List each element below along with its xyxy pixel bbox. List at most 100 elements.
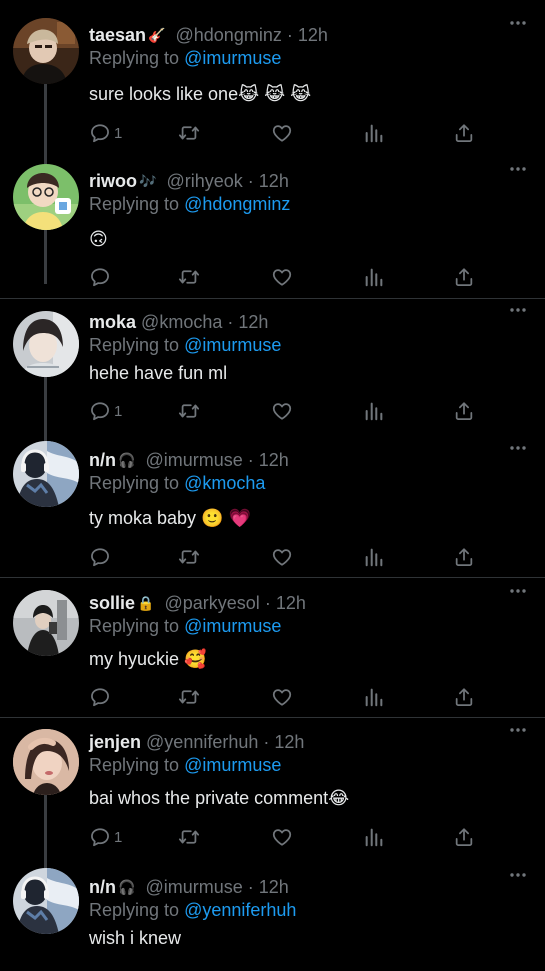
like-icon: [271, 546, 293, 568]
replying-to-label: Replying to: [89, 755, 180, 775]
like-button[interactable]: [271, 545, 293, 569]
avatar-image: [13, 311, 79, 377]
display-name[interactable]: riwoo: [89, 171, 137, 191]
more-options-button[interactable]: [509, 588, 527, 602]
mention-link[interactable]: @kmocha: [184, 473, 265, 493]
display-name[interactable]: jenjen: [89, 732, 141, 752]
username-handle[interactable]: @yenniferhuh: [146, 732, 258, 752]
display-name[interactable]: n/n: [89, 450, 116, 470]
action-bar: [89, 265, 489, 289]
share-icon: [453, 686, 475, 708]
avatar[interactable]: [13, 18, 79, 84]
share-button[interactable]: [453, 399, 475, 423]
mention-link[interactable]: @imurmuse: [184, 755, 281, 775]
timestamp[interactable]: 12h: [259, 877, 289, 897]
username-handle[interactable]: @imurmuse: [145, 450, 242, 470]
share-button[interactable]: [453, 685, 475, 709]
display-name[interactable]: n/n: [89, 877, 116, 897]
more-options-button[interactable]: [509, 20, 527, 34]
mention-link[interactable]: @yenniferhuh: [184, 900, 296, 920]
avatar[interactable]: [13, 590, 79, 656]
username-handle[interactable]: @hdongminz: [176, 25, 282, 45]
mention-link[interactable]: @hdongminz: [184, 194, 290, 214]
like-icon: [271, 826, 293, 848]
like-button[interactable]: [271, 825, 293, 849]
username-handle[interactable]: @imurmuse: [145, 877, 242, 897]
more-icon: [509, 588, 527, 594]
like-button[interactable]: [271, 121, 293, 145]
separator-dot: ·: [227, 312, 234, 332]
timestamp[interactable]: 12h: [259, 171, 289, 191]
analytics-button[interactable]: [363, 265, 385, 289]
like-button[interactable]: [271, 685, 293, 709]
analytics-button[interactable]: [363, 399, 385, 423]
avatar[interactable]: [13, 164, 79, 230]
reply-button[interactable]: 1: [89, 825, 122, 849]
more-options-button[interactable]: [509, 166, 527, 180]
share-button[interactable]: [453, 825, 475, 849]
divider: [0, 577, 545, 578]
display-name[interactable]: sollie: [89, 593, 135, 613]
display-name[interactable]: moka: [89, 312, 136, 332]
avatar[interactable]: [13, 729, 79, 795]
retweet-button[interactable]: [178, 685, 200, 709]
tweet[interactable]: riwoo 🎶 @rihyeok · 12h Replying to @hdong…: [0, 164, 545, 300]
reply-button[interactable]: [89, 685, 111, 709]
analytics-button[interactable]: [363, 825, 385, 849]
mention-link[interactable]: @imurmuse: [184, 616, 281, 636]
reply-icon: [89, 400, 111, 422]
more-options-button[interactable]: [509, 727, 527, 741]
username-handle[interactable]: @kmocha: [141, 312, 222, 332]
more-icon: [509, 307, 527, 313]
timestamp[interactable]: 12h: [259, 450, 289, 470]
retweet-button[interactable]: [178, 825, 200, 849]
mention-link[interactable]: @imurmuse: [184, 48, 281, 68]
more-options-button[interactable]: [509, 307, 527, 321]
replying-to-label: Replying to: [89, 335, 180, 355]
reply-button[interactable]: [89, 545, 111, 569]
timestamp[interactable]: 12h: [276, 593, 306, 613]
avatar[interactable]: [13, 868, 79, 934]
separator-dot: ·: [286, 25, 293, 45]
like-button[interactable]: [271, 265, 293, 289]
tweet[interactable]: n/n 🎧 @imurmuse · 12h Replying to @kmocha…: [0, 441, 545, 579]
action-bar: 1: [89, 121, 489, 145]
avatar[interactable]: [13, 441, 79, 507]
like-icon: [271, 266, 293, 288]
more-options-button[interactable]: [509, 872, 527, 886]
timestamp[interactable]: 12h: [274, 732, 304, 752]
tweet-header: taesan 🎸 @hdongminz · 12h: [89, 24, 328, 46]
retweet-button[interactable]: [178, 121, 200, 145]
share-button[interactable]: [453, 265, 475, 289]
share-button[interactable]: [453, 121, 475, 145]
more-options-button[interactable]: [509, 445, 527, 459]
tweet-text: my hyuckie 🥰: [89, 649, 207, 669]
username-handle[interactable]: @parkyesol: [164, 593, 259, 613]
action-bar: 1: [89, 399, 489, 423]
replying-to-label: Replying to: [89, 473, 180, 493]
display-name[interactable]: taesan: [89, 25, 146, 45]
timestamp[interactable]: 12h: [298, 25, 328, 45]
music-notes-emoji-badge: 🎶: [139, 173, 157, 189]
analytics-button[interactable]: [363, 685, 385, 709]
avatar[interactable]: [13, 311, 79, 377]
reply-button[interactable]: 1: [89, 121, 122, 145]
replying-to-line: Replying to @imurmuse: [89, 334, 281, 356]
retweet-button[interactable]: [178, 265, 200, 289]
tweet[interactable]: n/n 🎧 @imurmuse · 12h Replying to @yennif…: [0, 868, 545, 960]
like-icon: [271, 400, 293, 422]
share-button[interactable]: [453, 545, 475, 569]
mention-link[interactable]: @imurmuse: [184, 335, 281, 355]
reply-button[interactable]: 1: [89, 399, 122, 423]
like-button[interactable]: [271, 399, 293, 423]
retweet-button[interactable]: [178, 545, 200, 569]
reply-count: 1: [114, 402, 123, 420]
analytics-button[interactable]: [363, 121, 385, 145]
analytics-button[interactable]: [363, 545, 385, 569]
tweet[interactable]: sollie 🔒 @parkyesol · 12h Replying to @im…: [0, 592, 545, 717]
timestamp[interactable]: 12h: [238, 312, 268, 332]
username-handle[interactable]: @rihyeok: [166, 171, 242, 191]
reply-button[interactable]: [89, 265, 111, 289]
analytics-icon: [363, 122, 385, 144]
retweet-button[interactable]: [178, 399, 200, 423]
